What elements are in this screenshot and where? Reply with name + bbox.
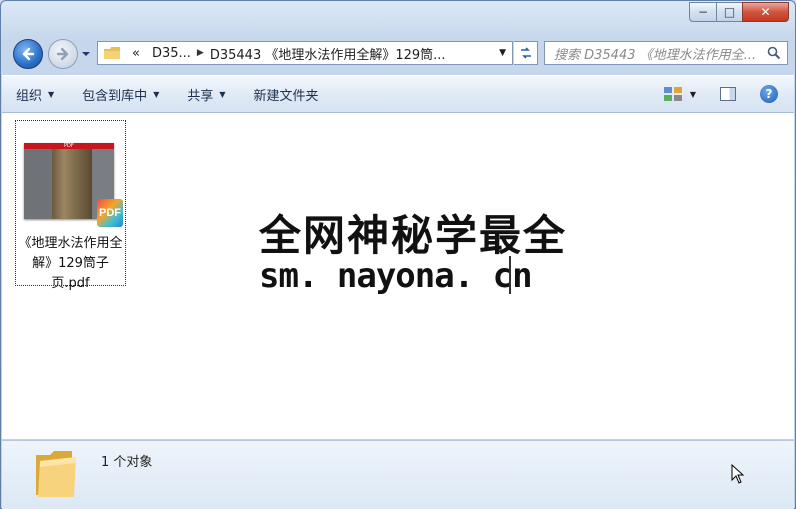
view-dropdown-icon[interactable]: ▼ [690,90,696,99]
chevron-down-icon: ▼ [219,89,226,99]
breadcrumb-separator-icon[interactable]: ▶ [197,48,204,58]
address-bar[interactable]: « D35... ▶ D35443 《地理水法作用全解》129筒... ▼ [97,41,513,65]
pdf-file-icon: PDF [97,199,123,227]
file-list-pane[interactable]: PDF PDF 《地理水法作用全解》129筒子页.pdf 全网神秘学最全 sm.… [2,113,794,439]
address-dropdown-icon[interactable]: ▼ [499,48,506,58]
breadcrumb-overflow[interactable]: « [126,46,146,61]
explorer-window: − □ ✕ « D35... ▶ D35443 《地理水法作用全解》129筒..… [0,0,796,509]
thumb-label: PDF [64,143,74,149]
watermark-overlay: 全网神秘学最全 sm. nayona. cn [251,200,565,302]
thumb-header-bar: PDF [24,143,114,149]
minimize-button[interactable]: − [689,2,716,22]
refresh-button[interactable] [514,41,538,65]
navigation-bar: « D35... ▶ D35443 《地理水法作用全解》129筒... ▼ 搜索… [1,37,795,71]
recent-pages-dropdown[interactable] [81,49,91,59]
watermark-url: sm. nayona. cn [259,256,533,296]
breadcrumb-item[interactable]: D35... [146,46,197,61]
new-folder-label: 新建文件夹 [253,88,319,104]
search-icon[interactable] [767,46,781,60]
include-in-library-menu[interactable]: 包含到库中 ▼ [68,85,173,104]
file-name: 《地理水法作用全解》129筒子页.pdf [18,236,123,291]
search-input[interactable]: 搜索 D35443 《地理水法作用全... [544,41,788,65]
chevron-down-icon: ▼ [48,89,55,99]
text-caret [509,256,511,294]
thumb-scroll-image [52,149,92,219]
mouse-cursor-icon [731,464,745,484]
refresh-icon [520,47,531,59]
organize-label: 组织 [16,88,43,104]
maximize-button[interactable]: □ [716,2,742,22]
back-button[interactable] [13,39,43,69]
back-arrow-icon [22,47,35,61]
view-controls: ▼ ? [663,76,794,112]
watermark-title: 全网神秘学最全 [259,211,568,260]
help-icon[interactable]: ? [760,85,778,103]
forward-button[interactable] [48,39,78,69]
breadcrumb-item-current[interactable]: D35443 《地理水法作用全解》129筒... [204,44,452,63]
file-item[interactable]: PDF PDF 《地理水法作用全解》129筒子页.pdf [15,120,126,291]
thumb-left-panel [24,149,52,219]
forward-arrow-icon [56,47,69,61]
item-count: 1 个对象 [101,455,153,470]
search-placeholder: 搜索 D35443 《地理水法作用全... [554,47,757,63]
share-menu[interactable]: 共享 ▼ [173,85,239,104]
organize-menu[interactable]: 组织 ▼ [2,85,68,104]
chevron-down-icon: ▼ [153,89,160,99]
view-options-icon[interactable] [663,87,682,101]
caption-buttons: − □ ✕ [689,2,789,22]
include-library-label: 包含到库中 [82,88,148,104]
details-pane: 1 个对象 [2,440,794,509]
folder-icon [36,451,76,497]
command-bar: 组织 ▼ 包含到库中 ▼ 共享 ▼ 新建文件夹 ▼ ? [2,75,794,113]
share-label: 共享 [187,88,214,104]
folder-icon [104,47,120,59]
preview-pane-icon[interactable] [720,87,736,101]
new-folder-button[interactable]: 新建文件夹 [240,85,333,104]
close-button[interactable]: ✕ [742,2,789,22]
